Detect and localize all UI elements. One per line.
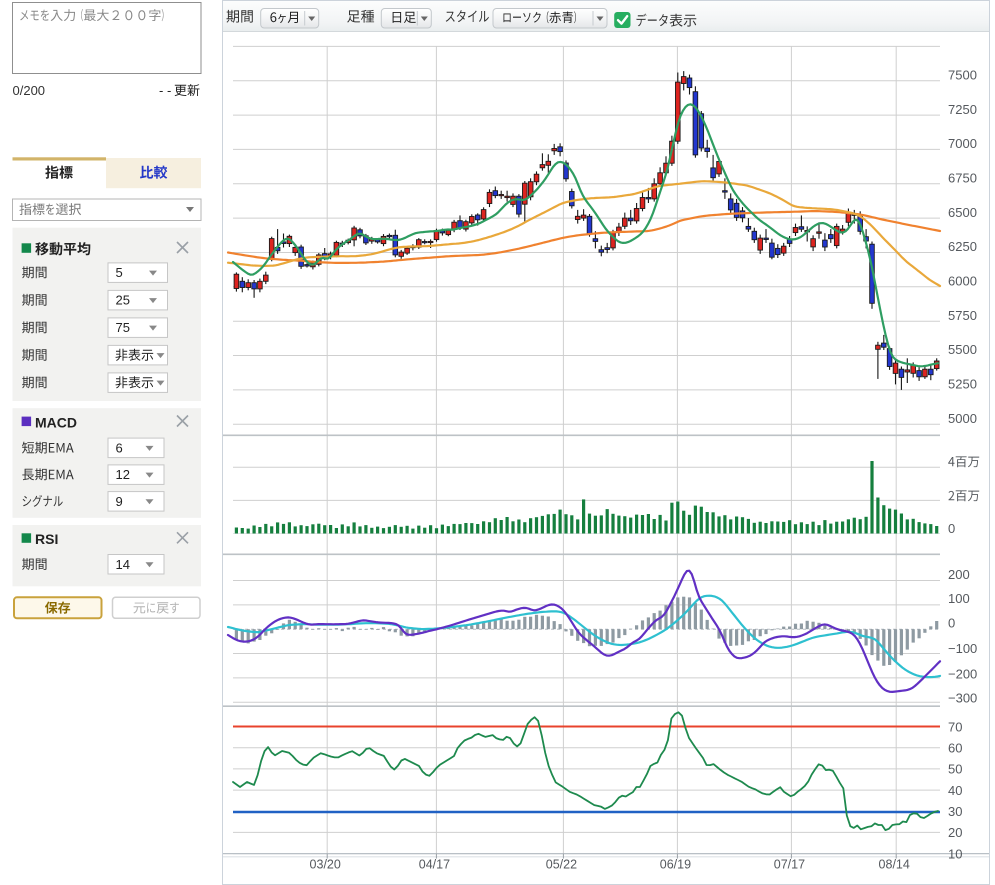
svg-text:07/17: 07/17 [774,858,805,872]
svg-text:10: 10 [948,846,962,861]
svg-text:20: 20 [948,825,962,840]
svg-text:5000: 5000 [948,411,977,426]
svg-text:03/20: 03/20 [310,858,341,872]
svg-text:30: 30 [948,804,962,819]
svg-text:7250: 7250 [948,102,977,117]
svg-text:6500: 6500 [948,205,977,220]
svg-text:50: 50 [948,762,962,777]
svg-text:06/19: 06/19 [660,858,691,872]
svg-text:5500: 5500 [948,342,977,357]
svg-text:9: 9 [116,494,123,509]
svg-text:100: 100 [948,591,970,606]
svg-text:5750: 5750 [948,308,977,323]
svg-text:12: 12 [116,467,130,482]
svg-text:RSI: RSI [35,531,58,547]
svg-text:7000: 7000 [948,136,977,151]
svg-text:0: 0 [948,521,955,536]
svg-text:6750: 6750 [948,170,977,185]
svg-text:5: 5 [116,265,123,280]
svg-text:MACD: MACD [35,414,77,430]
svg-text:0/200: 0/200 [13,83,46,98]
svg-text:0: 0 [948,616,955,631]
svg-text:05/22: 05/22 [546,858,577,872]
svg-text:14: 14 [116,557,130,572]
svg-text:6: 6 [116,441,123,456]
svg-text:6000: 6000 [948,274,977,289]
svg-text:25: 25 [116,293,130,308]
svg-text:04/17: 04/17 [419,858,450,872]
svg-text:40: 40 [948,783,962,798]
svg-text:08/14: 08/14 [879,858,910,872]
svg-text:75: 75 [116,320,130,335]
svg-text:5250: 5250 [948,377,977,392]
svg-text:−300: −300 [948,691,977,706]
svg-text:6250: 6250 [948,239,977,254]
svg-text:200: 200 [948,567,970,582]
svg-text:- -: - - [159,83,171,98]
svg-text:−200: −200 [948,667,977,682]
svg-text:−100: −100 [948,641,977,656]
svg-text:60: 60 [948,741,962,756]
svg-text:7500: 7500 [948,67,977,82]
svg-text:70: 70 [948,719,962,734]
